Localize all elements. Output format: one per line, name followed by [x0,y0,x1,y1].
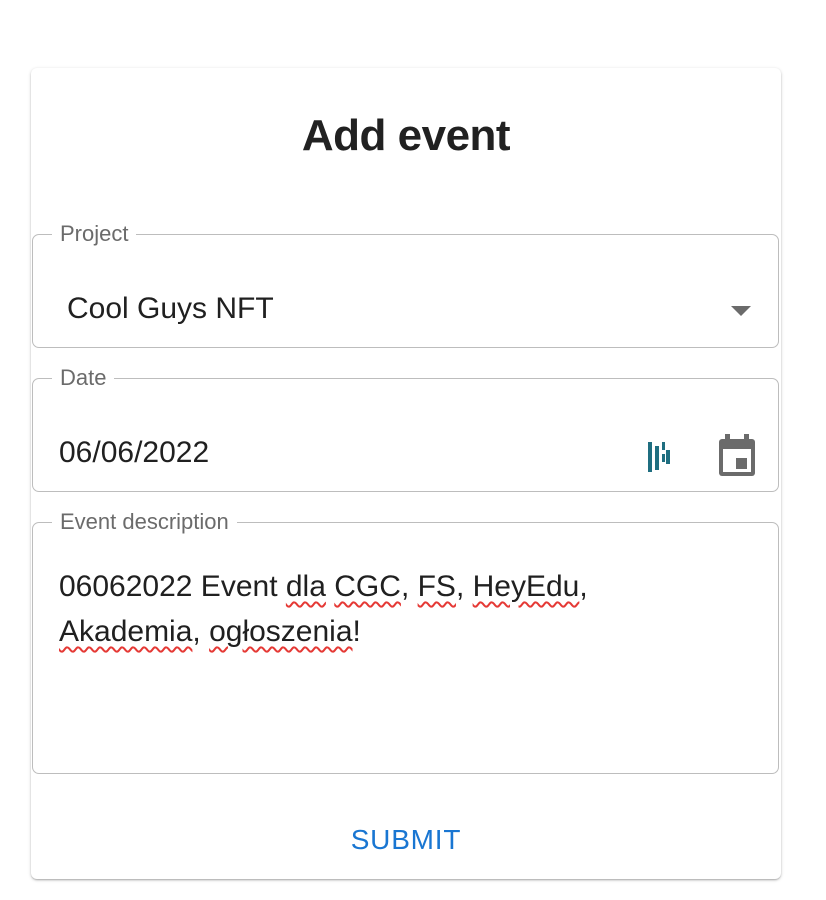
description-misspelled-word: ogłoszenia [209,615,353,648]
project-label: Project [60,221,129,246]
calendar-icon[interactable] [717,434,757,478]
description-misspelled-word: dla [285,570,326,603]
description-misspelled-word: Akademia [59,615,193,648]
date-input[interactable]: 06/06/2022 [59,436,209,470]
description-misspelled-word: HeyEdu [472,570,580,603]
extension-icon[interactable] [647,440,671,474]
description-text: , [579,570,588,603]
description-misspelled-word: CGC [334,570,401,603]
add-event-card: Add event Project Cool Guys NFT Date 06/… [31,68,781,879]
project-select[interactable]: Project Cool Guys NFT [32,221,779,348]
chevron-down-icon[interactable] [731,306,751,316]
date-label: Date [60,365,107,390]
date-field[interactable]: Date 06/06/2022 [32,365,779,492]
description-misspelled-word: FS [417,570,456,603]
event-description-input[interactable]: 06062022 Event dla CGC, FS, HeyEdu, Akad… [59,564,749,654]
submit-button[interactable]: SUBMIT [331,816,481,864]
description-text: , [455,570,473,603]
description-text: , [192,615,210,648]
description-text: ! [352,615,361,648]
description-text [326,570,334,603]
project-value: Cool Guys NFT [67,292,274,325]
description-text: , [400,570,418,603]
event-description-label: Event description [60,509,229,534]
description-text: 06062022 Event [59,570,286,603]
event-description-field[interactable]: Event description 06062022 Event dla CGC… [32,509,779,774]
page-title: Add event [301,111,511,160]
